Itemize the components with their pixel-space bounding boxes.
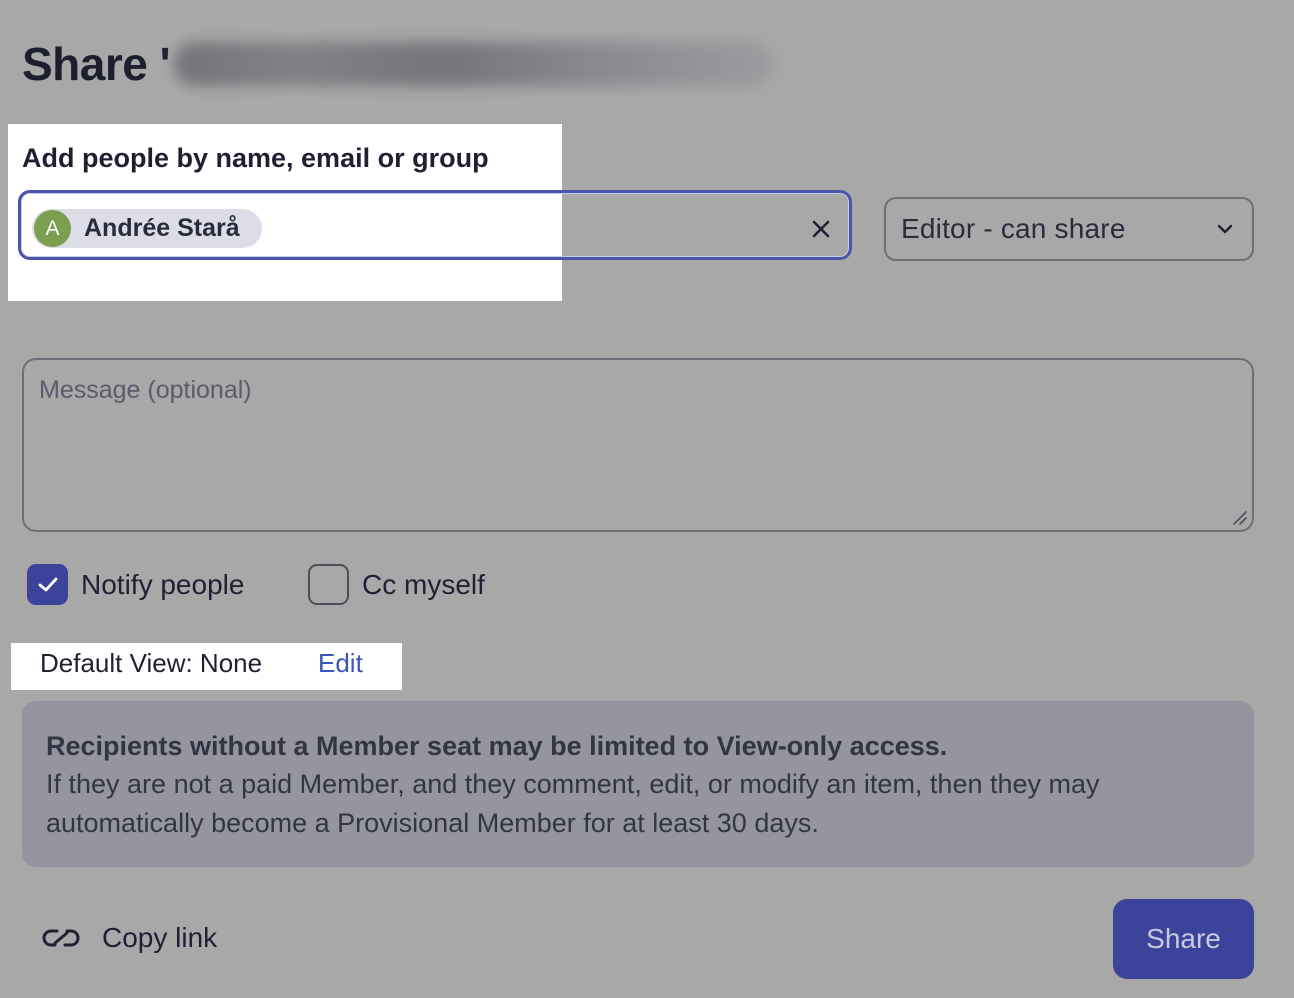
cc-myself-checkbox[interactable]: Cc myself [308, 564, 485, 605]
recipient-chip[interactable]: A Andrée Starå [32, 209, 262, 248]
recipient-name: Andrée Starå [84, 214, 240, 242]
notify-people-checkbox[interactable]: Notify people [27, 564, 244, 605]
people-field-label: Add people by name, email or group [22, 143, 489, 173]
notify-people-label: Notify people [81, 568, 245, 600]
dialog-title-text: Share ' [22, 38, 171, 90]
close-icon [812, 220, 830, 238]
seat-notice-title: Recipients without a Member seat may be … [46, 731, 948, 761]
message-input[interactable] [22, 358, 1254, 532]
copy-link-button[interactable]: Copy link [40, 918, 217, 958]
avatar: A [34, 210, 71, 247]
cc-myself-box[interactable] [308, 564, 349, 605]
checkmark-icon [38, 577, 57, 591]
notify-people-box[interactable] [27, 564, 68, 605]
copy-link-label: Copy link [102, 922, 218, 953]
chevron-down-icon [1217, 224, 1233, 234]
share-button[interactable]: Share [1113, 899, 1254, 979]
seat-notice-banner: Recipients without a Member seat may be … [22, 701, 1254, 867]
link-icon [42, 929, 80, 947]
clear-people-button[interactable] [804, 212, 838, 246]
default-view-text: Default View: None [40, 648, 263, 678]
seat-notice-body: If they are not a paid Member, and they … [46, 769, 1100, 838]
edit-default-view-link[interactable]: Edit [318, 648, 363, 679]
dialog-title: Share ' [22, 36, 775, 92]
permission-selected-value: Editor - can share [901, 213, 1126, 244]
redacted-item-name [174, 42, 775, 86]
cc-myself-label: Cc myself [362, 568, 485, 600]
permission-select[interactable]: Editor - can share [884, 197, 1254, 261]
resize-grip-icon[interactable] [1230, 508, 1248, 526]
